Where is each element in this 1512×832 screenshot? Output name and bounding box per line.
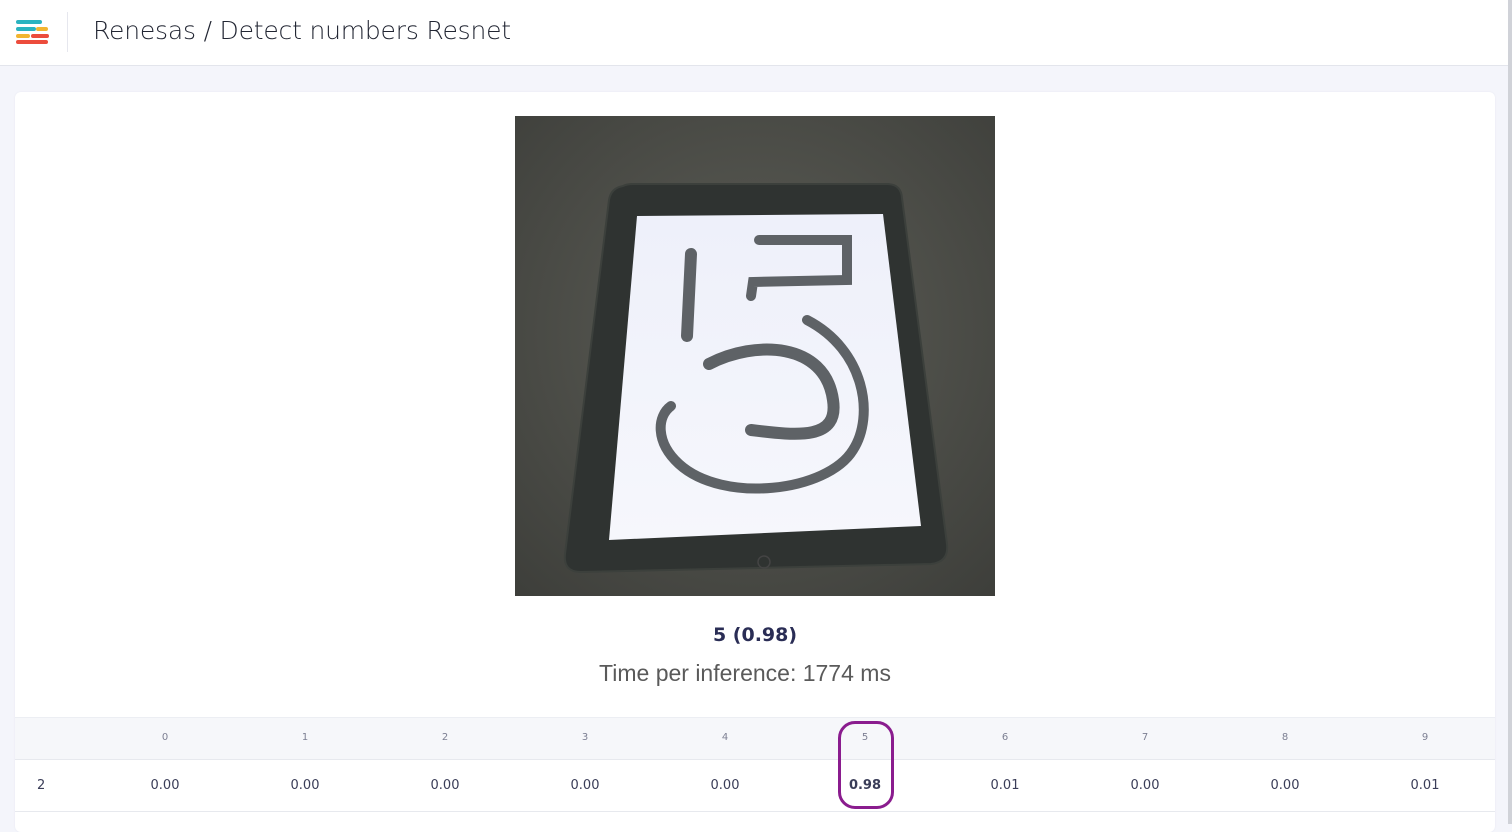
table-cell: 0.00 bbox=[1130, 778, 1160, 793]
inference-time: Time per inference: 1774 ms bbox=[599, 660, 891, 686]
table-cell: 0.01 bbox=[1410, 778, 1440, 793]
table-cell: 0.01 bbox=[990, 778, 1020, 793]
column-header: 9 bbox=[1421, 732, 1429, 743]
probability-table: 0 1 2 3 4 5 6 7 8 9 2 0.00 0.00 0.00 0.0… bbox=[15, 717, 1495, 812]
scrollbar[interactable] bbox=[1508, 0, 1512, 824]
classification-result-card: 5 (0.98) Time per inference: 1774 ms 0 1… bbox=[15, 92, 1495, 832]
column-header: 1 bbox=[301, 732, 309, 743]
table-row[interactable]: 2 0.00 0.00 0.00 0.00 0.00 0.98 0.01 0.0… bbox=[15, 760, 1495, 812]
header-divider bbox=[67, 12, 68, 52]
column-header: 0 bbox=[161, 732, 169, 743]
table-cell: 0.00 bbox=[290, 778, 320, 793]
column-header: 4 bbox=[721, 732, 729, 743]
table-cell-top-score: 0.98 bbox=[848, 778, 882, 793]
table-cell: 0.00 bbox=[710, 778, 740, 793]
column-header: 2 bbox=[441, 732, 449, 743]
prediction-label: 5 (0.98) bbox=[712, 624, 798, 646]
app-logo-icon[interactable] bbox=[16, 20, 50, 46]
row-label: 2 bbox=[37, 778, 46, 793]
column-header: 8 bbox=[1281, 732, 1289, 743]
top-bar: Renesas / Detect numbers Resnet bbox=[0, 0, 1512, 66]
column-header: 7 bbox=[1141, 732, 1149, 743]
table-cell: 0.00 bbox=[150, 778, 180, 793]
input-image bbox=[515, 116, 995, 596]
column-header: 6 bbox=[1001, 732, 1009, 743]
table-header-row: 0 1 2 3 4 5 6 7 8 9 bbox=[15, 718, 1495, 760]
page-title: Renesas / Detect numbers Resnet bbox=[93, 16, 511, 45]
table-cell: 0.00 bbox=[1270, 778, 1300, 793]
table-cell: 0.00 bbox=[570, 778, 600, 793]
column-header: 3 bbox=[581, 732, 589, 743]
table-cell: 0.00 bbox=[430, 778, 460, 793]
column-header: 5 bbox=[861, 732, 869, 743]
